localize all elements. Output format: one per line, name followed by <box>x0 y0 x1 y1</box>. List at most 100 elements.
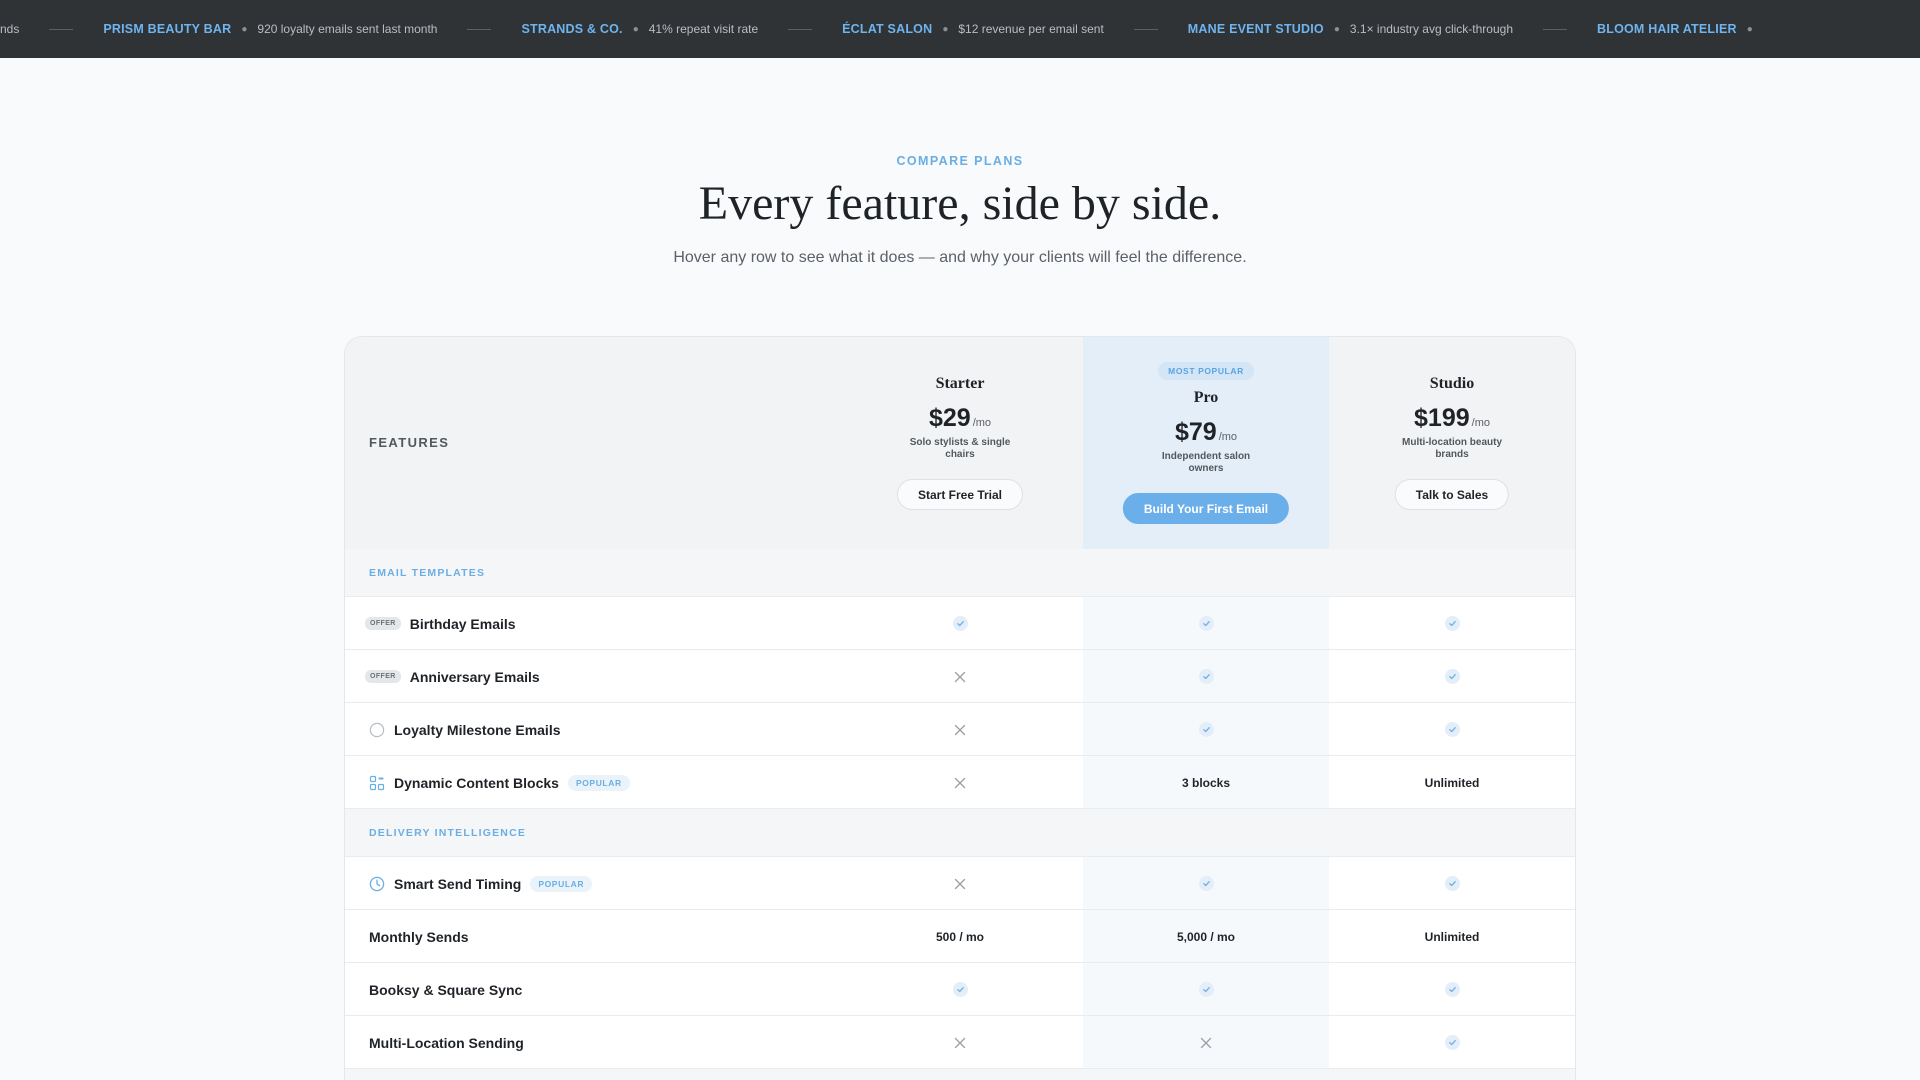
pro-column-band <box>1083 809 1329 856</box>
ticker-divider <box>49 28 74 30</box>
ticker-dot: ● <box>241 23 248 35</box>
value-studio <box>1329 597 1575 650</box>
price-period: /mo <box>1471 417 1490 429</box>
check-icon <box>952 616 968 631</box>
ticker-item-stat: 920 loyalty emails sent last month <box>257 22 438 36</box>
ticker-item-stat: 3.1× industry avg click-through <box>1349 22 1513 36</box>
offer-tag: OFFER <box>365 670 401 683</box>
price-period: /mo <box>972 417 992 429</box>
plan-price: $79/mo <box>1083 418 1329 447</box>
cross-icon <box>954 1037 966 1048</box>
build-first-email-button[interactable]: Build Your First Email <box>1122 493 1290 524</box>
cross-icon <box>954 724 966 735</box>
feature-cell: Booksy & Square Sync <box>369 963 522 1016</box>
ticker-fragment: nds <box>0 22 20 36</box>
ticker-item-name: BLOOM HAIR ATELIER <box>1597 22 1737 36</box>
plan-name: Starter <box>935 375 985 392</box>
ticker-item-name: PRISM BEAUTY BAR <box>103 22 232 36</box>
ticker-dot: ● <box>632 23 639 35</box>
ticker-item: PRISM BEAUTY BAR ● 920 loyalty emails se… <box>103 22 437 36</box>
feature-row-birthday-emails[interactable]: OFFER Birthday Emails <box>345 597 1575 650</box>
cross-icon <box>954 671 966 682</box>
value-pro: 3 blocks <box>1181 775 1231 790</box>
price-period: /mo <box>1218 431 1238 443</box>
plan-comparison-table: FEATURES Starter $29/mo Solo stylists & … <box>344 336 1576 1080</box>
circle-icon <box>369 722 385 738</box>
value-starter <box>837 963 1083 1016</box>
section-header-delivery-intelligence: DELIVERY INTELLIGENCE <box>345 809 1575 857</box>
page-subtitle: Hover any row to see what it does — and … <box>673 249 1247 266</box>
ticker-divider <box>467 28 492 30</box>
value-studio: Unlimited <box>1424 775 1480 790</box>
feature-row-anniversary-emails[interactable]: OFFER Anniversary Emails <box>345 650 1575 703</box>
most-popular-badge: MOST POPULAR <box>1158 362 1254 380</box>
feature-name: Multi-Location Sending <box>369 1034 524 1051</box>
plan-column-studio: Studio $199/mo Multi-location beauty bra… <box>1329 337 1575 549</box>
value-starter <box>837 857 1083 910</box>
value-studio: Unlimited <box>1424 929 1480 944</box>
ticker-divider <box>1543 28 1567 30</box>
ticker-item: ÉCLAT SALON ● $12 revenue per email sent <box>842 22 1104 36</box>
table-body: EMAIL TEMPLATES OFFER Birthday Emails OF… <box>345 549 1575 1080</box>
feature-row-multi-location-sending[interactable]: Multi-Location Sending <box>345 1016 1575 1069</box>
section-eyebrow: COMPARE PLANS <box>896 154 1024 168</box>
blocks-icon <box>369 775 385 791</box>
ticker-track: nds PRISM BEAUTY BAR ● 920 loyalty email… <box>0 0 1763 58</box>
cross-icon <box>954 878 966 889</box>
section-header-next <box>345 1069 1575 1080</box>
ticker-item-name: MANE EVENT STUDIO <box>1187 22 1324 36</box>
feature-row-smart-send-timing[interactable]: Smart Send Timing POPULAR <box>345 857 1575 910</box>
cross-icon <box>1200 1037 1212 1048</box>
section-label: DELIVERY INTELLIGENCE <box>369 827 527 839</box>
value-starter: 500 / mo <box>935 929 985 944</box>
feature-row-booksy-square-sync[interactable]: Booksy & Square Sync <box>345 963 1575 1016</box>
start-free-trial-button[interactable]: Start Free Trial <box>896 479 1024 510</box>
value-starter <box>837 597 1083 650</box>
check-icon <box>1444 1035 1460 1050</box>
feature-cell: Smart Send Timing POPULAR <box>369 857 593 910</box>
feature-cell: Loyalty Milestone Emails <box>369 703 561 756</box>
feature-name: Booksy & Square Sync <box>369 981 523 998</box>
feature-row-loyalty-milestone-emails[interactable]: Loyalty Milestone Emails <box>345 703 1575 756</box>
ticker-item: MANE EVENT STUDIO ● 3.1× industry avg cl… <box>1188 22 1513 36</box>
ticker-dot: ● <box>942 23 949 35</box>
plan-name: Studio <box>1429 375 1475 392</box>
section-label: EMAIL TEMPLATES <box>369 567 486 579</box>
price-amount: $79 <box>1174 418 1217 446</box>
check-icon <box>1198 669 1214 684</box>
talk-to-sales-button[interactable]: Talk to Sales <box>1394 479 1510 510</box>
check-icon <box>1198 982 1214 997</box>
page-title: Every feature, side by side. <box>698 177 1222 230</box>
cross-icon <box>954 777 966 788</box>
check-icon <box>952 982 968 997</box>
feature-cell: OFFER Birthday Emails <box>365 597 516 650</box>
ticker-item-stat: $12 revenue per email sent <box>958 22 1104 36</box>
plan-price: $199/mo <box>1329 404 1575 433</box>
plan-column-pro: MOST POPULAR Pro $79/mo Independent salo… <box>1083 337 1329 549</box>
check-icon <box>1444 669 1460 684</box>
value-starter <box>837 650 1083 703</box>
value-studio <box>1329 650 1575 703</box>
price-amount: $199 <box>1414 404 1470 432</box>
ticker-item: STRANDS & CO. ● 41% repeat visit rate <box>521 22 758 36</box>
ticker-item-name: STRANDS & CO. <box>521 22 623 36</box>
plan-price: $29/mo <box>837 404 1083 433</box>
feature-cell: OFFER Anniversary Emails <box>365 650 540 703</box>
check-icon <box>1198 722 1214 737</box>
value-pro <box>1083 1016 1329 1069</box>
check-icon <box>1444 982 1460 997</box>
value-pro <box>1083 597 1329 650</box>
pro-column-band <box>1083 549 1329 596</box>
value-studio <box>1329 703 1575 756</box>
feature-name: Monthly Sends <box>369 928 469 945</box>
check-icon <box>1198 876 1214 891</box>
ticker-item: BLOOM HAIR ATELIER ● <box>1597 22 1763 36</box>
popular-tag: POPULAR <box>567 774 630 791</box>
feature-name: Anniversary Emails <box>409 668 540 685</box>
feature-name: Smart Send Timing <box>394 875 522 892</box>
feature-row-dynamic-content-blocks[interactable]: Dynamic Content Blocks POPULAR 3 blocks … <box>345 756 1575 809</box>
offer-tag: OFFER <box>365 617 401 630</box>
ticker-item-name: ÉCLAT SALON <box>842 22 933 36</box>
plan-column-starter: Starter $29/mo Solo stylists & single ch… <box>837 337 1083 549</box>
feature-row-monthly-sends[interactable]: Monthly Sends 500 / mo 5,000 / mo Unlimi… <box>345 910 1575 963</box>
